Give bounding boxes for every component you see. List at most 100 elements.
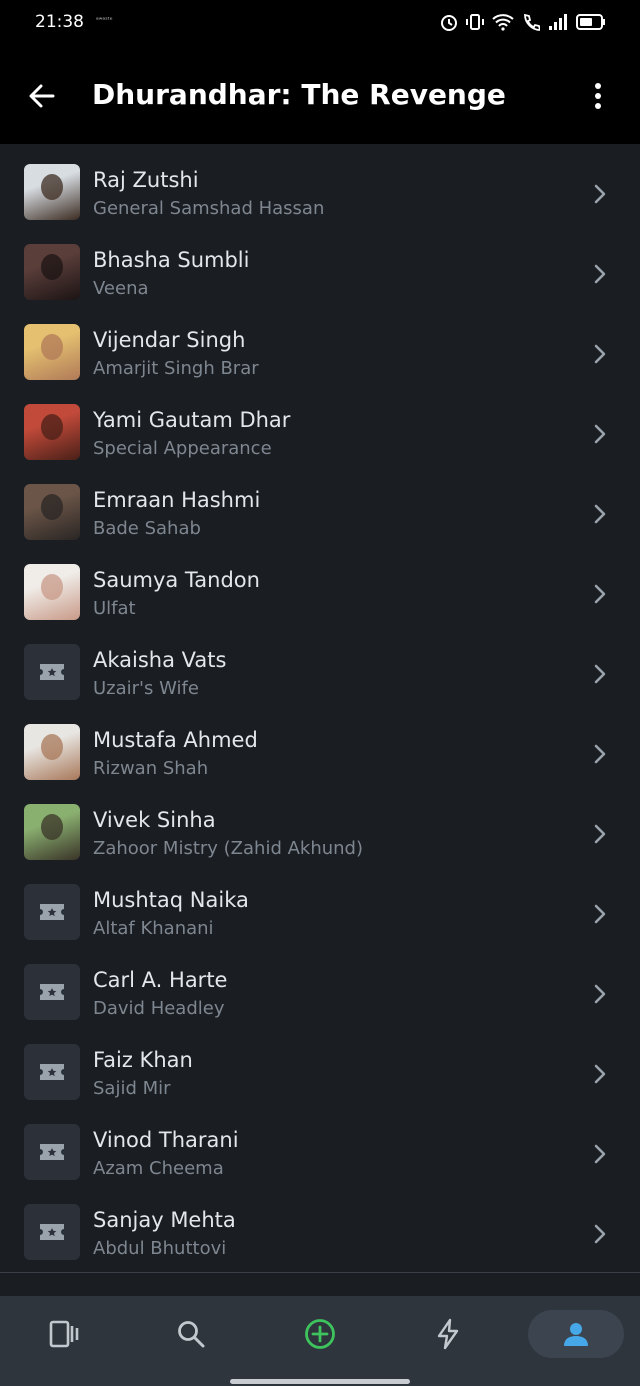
- actor-name: Vijendar Singh: [93, 328, 246, 352]
- nav-tv-shows[interactable]: [16, 1310, 112, 1358]
- profile-icon: [564, 1323, 588, 1346]
- actor-name: Raj Zutshi: [93, 168, 199, 192]
- nav-search[interactable]: [143, 1310, 239, 1358]
- actor-photo-face: [41, 414, 63, 440]
- more-options-button[interactable]: [576, 74, 620, 118]
- character-name: Altaf Khanani: [93, 918, 214, 939]
- chevron-right-icon: [592, 662, 608, 686]
- battery-icon: [576, 14, 605, 30]
- actor-name: Emraan Hashmi: [93, 488, 261, 512]
- actor-name: Bhasha Sumbli: [93, 248, 250, 272]
- actor-photo: [24, 404, 80, 460]
- chevron-right-icon: [592, 182, 608, 206]
- actor-photo: [24, 164, 80, 220]
- actor-name: Yami Gautam Dhar: [93, 408, 291, 432]
- vibrate-icon: [466, 14, 484, 30]
- cast-row[interactable]: Vijendar Singh Amarjit Singh Brar: [0, 316, 640, 396]
- chevron-right-icon: [592, 982, 608, 1006]
- back-button[interactable]: [20, 74, 64, 118]
- chevron-right-icon: [592, 582, 608, 606]
- cast-list: Raj Zutshi General Samshad Hassan Bhasha S…: [0, 144, 640, 1272]
- cast-row[interactable]: Emraan Hashmi Bade Sahab: [0, 476, 640, 556]
- actor-photo-face: [41, 814, 63, 840]
- chevron-right-icon: [592, 262, 608, 286]
- home-indicator[interactable]: [230, 1379, 410, 1384]
- list-divider: [0, 1272, 640, 1273]
- nav-profile[interactable]: [528, 1310, 624, 1358]
- bottom-navigation: [0, 1296, 640, 1386]
- actor-photo-face: [41, 334, 63, 360]
- actor-photo: [24, 804, 80, 860]
- actor-photo: [24, 324, 80, 380]
- ticket-placeholder-icon: [24, 1204, 80, 1260]
- cast-row[interactable]: Sanjay Mehta Abdul Bhuttovi: [0, 1196, 640, 1276]
- more-vertical-icon: [595, 83, 601, 109]
- cast-row[interactable]: Saumya Tandon Ulfat: [0, 556, 640, 636]
- cast-row[interactable]: Carl A. Harte David Headley: [0, 956, 640, 1036]
- status-notification-text: ᵃʷᵃˢᵗᵉ: [96, 16, 113, 24]
- actor-photo-face: [41, 174, 63, 200]
- character-name: David Headley: [93, 998, 225, 1019]
- chevron-right-icon: [592, 822, 608, 846]
- character-name: Abdul Bhuttovi: [93, 1238, 227, 1259]
- character-name: Uzair's Wife: [93, 678, 199, 699]
- add-circle-icon: [305, 1319, 335, 1349]
- cast-row[interactable]: Mustafa Ahmed Rizwan Shah: [0, 716, 640, 796]
- actor-name: Mustafa Ahmed: [93, 728, 258, 752]
- character-name: Ulfat: [93, 598, 136, 619]
- arrow-left-icon: [29, 84, 55, 108]
- cast-row[interactable]: Vivek Sinha Zahoor Mistry (Zahid Akhund): [0, 796, 640, 876]
- actor-name: Sanjay Mehta: [93, 1208, 236, 1232]
- chevron-right-icon: [592, 742, 608, 766]
- actor-name: Akaisha Vats: [93, 648, 227, 672]
- tv-shows-icon: [49, 1320, 79, 1348]
- chevron-right-icon: [592, 1062, 608, 1086]
- call-icon: [524, 13, 540, 31]
- actor-photo-face: [41, 494, 63, 520]
- ticket-placeholder-icon: [24, 1124, 80, 1180]
- actor-name: Faiz Khan: [93, 1048, 193, 1072]
- chevron-right-icon: [592, 342, 608, 366]
- ticket-placeholder-icon: [24, 644, 80, 700]
- chevron-right-icon: [592, 1222, 608, 1246]
- character-name: Zahoor Mistry (Zahid Akhund): [93, 838, 364, 859]
- ticket-placeholder-icon: [24, 964, 80, 1020]
- actor-photo-face: [41, 574, 63, 600]
- status-time: 21:38: [35, 12, 84, 32]
- actor-photo-face: [41, 734, 63, 760]
- actor-photo: [24, 724, 80, 780]
- ticket-placeholder-icon: [24, 1044, 80, 1100]
- character-name: Veena: [93, 278, 149, 299]
- actor-name: Saumya Tandon: [93, 568, 260, 592]
- character-name: Special Appearance: [93, 438, 272, 459]
- actor-name: Vivek Sinha: [93, 808, 216, 832]
- wifi-icon: [492, 14, 514, 31]
- cast-row[interactable]: Mushtaq Naika Altaf Khanani: [0, 876, 640, 956]
- actor-photo: [24, 244, 80, 300]
- cast-row[interactable]: Faiz Khan Sajid Mir: [0, 1036, 640, 1116]
- cast-row[interactable]: Akaisha Vats Uzair's Wife: [0, 636, 640, 716]
- nav-add[interactable]: [272, 1310, 368, 1358]
- cast-row[interactable]: Raj Zutshi General Samshad Hassan: [0, 156, 640, 236]
- actor-photo: [24, 564, 80, 620]
- actor-photo: [24, 484, 80, 540]
- actor-name: Carl A. Harte: [93, 968, 228, 992]
- actor-photo-face: [41, 254, 63, 280]
- signal-icon: [549, 14, 567, 30]
- page-title: Dhurandhar: The Revenge: [92, 78, 506, 111]
- actor-name: Vinod Tharani: [93, 1128, 239, 1152]
- character-name: Sajid Mir: [93, 1078, 171, 1099]
- nav-activity[interactable]: [400, 1310, 496, 1358]
- chevron-right-icon: [592, 902, 608, 926]
- chevron-right-icon: [592, 1142, 608, 1166]
- chevron-right-icon: [592, 502, 608, 526]
- app-bar: Dhurandhar: The Revenge: [0, 48, 640, 144]
- cast-row[interactable]: Yami Gautam Dhar Special Appearance: [0, 396, 640, 476]
- search-icon: [178, 1321, 205, 1348]
- cast-row[interactable]: Bhasha Sumbli Veena: [0, 236, 640, 316]
- character-name: Bade Sahab: [93, 518, 201, 539]
- actor-name: Mushtaq Naika: [93, 888, 249, 912]
- character-name: Rizwan Shah: [93, 758, 209, 779]
- alarm-icon: [441, 15, 457, 31]
- cast-row[interactable]: Vinod Tharani Azam Cheema: [0, 1116, 640, 1196]
